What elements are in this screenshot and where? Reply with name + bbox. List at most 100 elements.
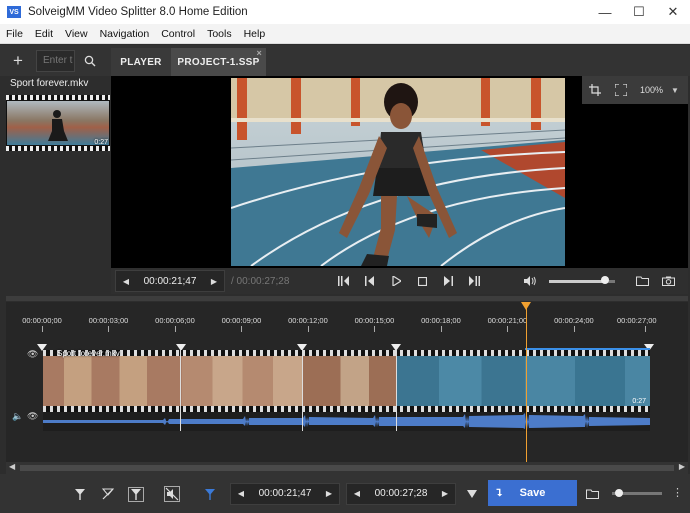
camera-icon: [661, 276, 675, 286]
volume-icon: [524, 276, 537, 286]
app-logo-icon: VS: [7, 6, 21, 18]
current-time-box: ◀ 00:00:21;47 ▶: [115, 270, 225, 292]
search-button[interactable]: [78, 50, 102, 72]
menu-view[interactable]: View: [59, 28, 94, 40]
end-next-icon[interactable]: ▶: [435, 489, 455, 498]
scroll-right-icon[interactable]: ▶: [679, 462, 685, 471]
save-label: Save: [519, 487, 546, 499]
zoom-level[interactable]: 100%: [640, 85, 663, 95]
viewer-tools: 100% ▼: [582, 76, 688, 104]
marker-add-icon: [75, 488, 85, 500]
panel-divider[interactable]: [6, 296, 688, 301]
scrollbar-thumb[interactable]: [20, 465, 674, 471]
ruler-tick: 00:00:03;00: [88, 316, 129, 325]
search-input[interactable]: Enter t: [36, 50, 75, 72]
start-next-icon[interactable]: ▶: [319, 489, 339, 498]
window-title: SolveigMM Video Splitter 8.0 Home Editio…: [28, 6, 248, 18]
maximize-button[interactable]: ☐: [622, 0, 656, 24]
crop-button[interactable]: [582, 76, 608, 104]
speaker-icon[interactable]: 🔈: [12, 411, 23, 422]
mute-segment-button[interactable]: [158, 480, 186, 508]
remove-marker-button[interactable]: [94, 480, 122, 508]
ruler-tick: 00:00:12;00: [288, 316, 328, 325]
snapshot-button[interactable]: [655, 270, 681, 292]
time-prev-icon[interactable]: ◀: [116, 277, 136, 286]
menu-file[interactable]: File: [0, 28, 29, 40]
close-button[interactable]: ✕: [656, 0, 690, 24]
menu-navigation[interactable]: Navigation: [94, 28, 156, 40]
tab-player[interactable]: PLAYER: [111, 48, 171, 76]
skip-back-icon: [338, 276, 350, 286]
thumbnail-duration: 0:27: [94, 139, 108, 146]
skip-forward-icon: [469, 276, 481, 286]
plus-icon: +: [13, 51, 23, 70]
timeline-panel[interactable]: 00:00:00;00 00:00:03;00 00:00:06;00 00:0…: [6, 302, 688, 472]
tab-player-label: PLAYER: [120, 56, 162, 68]
start-prev-icon[interactable]: ◀: [231, 489, 251, 498]
video-viewer[interactable]: 100% ▼: [111, 76, 688, 268]
playhead-line[interactable]: [526, 308, 527, 464]
menu-bar: File Edit View Navigation Control Tools …: [0, 24, 690, 44]
track-file-name: Sport forever.mkv: [57, 349, 120, 358]
time-ruler[interactable]: 00:00:00;00 00:00:03;00 00:00:06;00 00:0…: [22, 316, 657, 336]
volume-knob[interactable]: [600, 275, 609, 284]
open-folder-button[interactable]: [629, 270, 655, 292]
timeline-zoom-slider[interactable]: [612, 489, 662, 497]
end-marker-button[interactable]: [458, 480, 486, 508]
end-time[interactable]: 00:00:27;28: [367, 488, 435, 499]
next-frame-button[interactable]: [435, 270, 461, 292]
ruler-tick: 00:00:24;00: [554, 316, 594, 325]
transport-bar: ◀ 00:00:21;47 ▶ / 00:00:27;28: [111, 268, 688, 294]
bottom-toolbar: ◀ 00:00:21;47 ▶ ◀ 00:00:27;28 ▶ ⮧ Save ⋮: [0, 474, 690, 513]
scroll-left-icon[interactable]: ◀: [9, 462, 15, 471]
fullscreen-button[interactable]: [608, 76, 634, 104]
app-window: VS SolveigMM Video Splitter 8.0 Home Edi…: [0, 0, 690, 513]
timeline-scrollbar[interactable]: ◀ ▶: [6, 462, 688, 474]
current-time[interactable]: 00:00:21;47: [136, 276, 204, 287]
filter-button[interactable]: [196, 480, 224, 508]
tab-close-icon[interactable]: ×: [256, 48, 262, 58]
cut-segment-button[interactable]: [122, 480, 150, 508]
zoom-knob[interactable]: [614, 489, 623, 497]
ruler-tick: 00:00:21;00: [487, 316, 528, 325]
folder-icon: [585, 489, 599, 499]
more-menu-icon[interactable]: ⋮: [672, 486, 683, 499]
tab-project[interactable]: PROJECT-1.SSP ×: [171, 48, 266, 76]
ruler-tick: 00:00:15;00: [354, 316, 395, 325]
prev-marker-button[interactable]: [331, 270, 357, 292]
prev-frame-button[interactable]: [357, 270, 383, 292]
add-file-button[interactable]: +: [6, 51, 30, 71]
ruler-tick: 00:00:18;00: [421, 316, 461, 325]
save-button[interactable]: ⮧ Save: [488, 480, 577, 506]
save-icon: ⮧: [496, 487, 502, 499]
end-prev-icon[interactable]: ◀: [347, 489, 367, 498]
stop-button[interactable]: [409, 270, 435, 292]
ruler-tick: 00:00:06;00: [155, 316, 195, 325]
menu-control[interactable]: Control: [155, 28, 201, 40]
tab-project-label: PROJECT-1.SSP: [177, 56, 260, 68]
audio-waveform[interactable]: [43, 412, 650, 431]
time-next-icon[interactable]: ▶: [204, 277, 224, 286]
menu-edit[interactable]: Edit: [29, 28, 59, 40]
menu-help[interactable]: Help: [238, 28, 272, 40]
mute-button[interactable]: [517, 270, 543, 292]
volume-slider[interactable]: [549, 275, 616, 284]
eye-icon[interactable]: 👁: [27, 349, 38, 360]
crop-icon: [589, 84, 601, 96]
play-button[interactable]: [383, 270, 409, 292]
marker-remove-icon: [102, 488, 114, 499]
filter-icon: [205, 488, 215, 500]
video-frame: [231, 78, 565, 266]
minimize-button[interactable]: —: [588, 0, 622, 24]
video-track[interactable]: Sport forever.mkv 0:27: [43, 349, 650, 412]
step-back-icon: [365, 276, 375, 286]
media-thumbnail[interactable]: 0:27: [6, 95, 110, 151]
zoom-dropdown-icon[interactable]: ▼: [671, 86, 679, 95]
next-marker-button[interactable]: [461, 270, 487, 292]
add-marker-button[interactable]: [66, 480, 94, 508]
eye-icon[interactable]: 👁: [27, 411, 38, 422]
start-time[interactable]: 00:00:21;47: [251, 488, 319, 499]
output-folder-button[interactable]: [578, 480, 606, 508]
menu-tools[interactable]: Tools: [201, 28, 238, 40]
top-toolbar: + Enter t PLAYER PROJECT-1.SSP ×: [0, 45, 690, 76]
